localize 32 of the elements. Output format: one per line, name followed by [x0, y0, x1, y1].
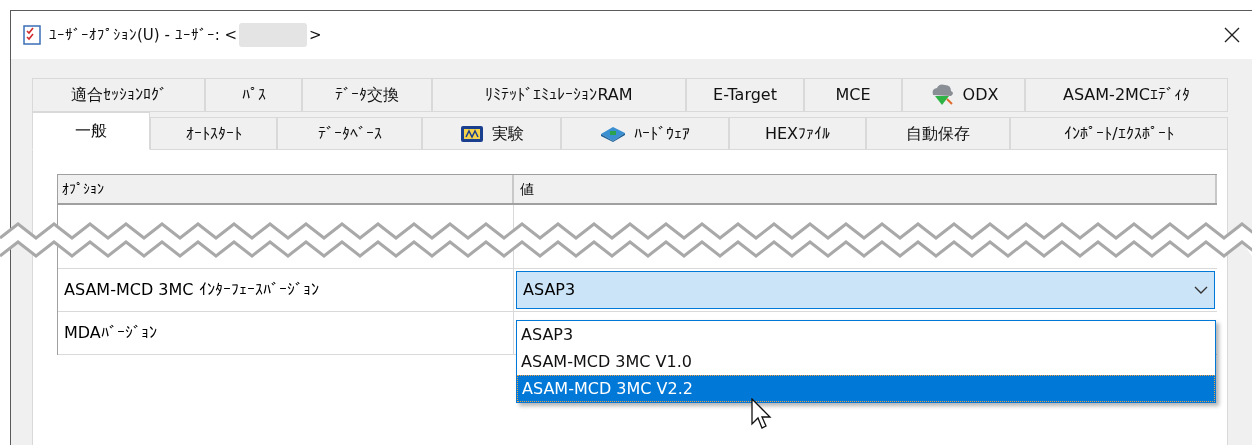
- table-cell: ASAM-MCD 3MC ｲﾝﾀｰﾌｪｰｽﾊﾞｰｼﾞｮﾝ: [58, 269, 514, 311]
- tab[interactable]: ﾘﾐﾃｯﾄﾞｴﾐｭﾚｰｼｮﾝRAM: [432, 78, 686, 112]
- dropdown-option[interactable]: ASAM-MCD 3MC V2.2: [517, 375, 1215, 402]
- tab[interactable]: E-Target: [686, 78, 804, 112]
- window-title: >: [309, 24, 322, 46]
- tab[interactable]: ODX: [902, 78, 1025, 112]
- monitor-icon: [459, 124, 484, 143]
- column-header[interactable]: 値: [514, 175, 1217, 203]
- tab[interactable]: ﾊﾟｽ: [205, 78, 302, 112]
- tab[interactable]: ｲﾝﾎﾟｰﾄ/ｴｸｽﾎﾟｰﾄ: [1010, 117, 1228, 150]
- tab[interactable]: ｵｰﾄｽﾀｰﾄ: [150, 117, 277, 150]
- tab[interactable]: ﾃﾞｰﾀ交換: [302, 78, 432, 112]
- dropdown-option[interactable]: ASAM-MCD 3MC V1.0: [517, 348, 1215, 375]
- tab[interactable]: 実験: [422, 117, 561, 150]
- tab[interactable]: 適合ｾｯｼｮﾝﾛｸﾞ: [32, 78, 205, 112]
- dropdown-option[interactable]: ASAP3: [517, 321, 1215, 348]
- checklist-icon: [23, 25, 41, 45]
- tab[interactable]: 自動保存: [866, 117, 1010, 150]
- tab[interactable]: ﾊｰﾄﾞｳｪｱ: [561, 117, 729, 150]
- tab[interactable]: HEXﾌｧｲﾙ: [729, 117, 866, 150]
- close-icon[interactable]: [1223, 26, 1241, 44]
- circuit-board-icon: [600, 125, 626, 142]
- tab[interactable]: ﾃﾞｰﾀﾍﾞｰｽ: [277, 117, 422, 150]
- tab[interactable]: 一般: [32, 112, 150, 150]
- blurred-username: [239, 23, 308, 47]
- tab[interactable]: MCE: [804, 78, 902, 112]
- tab[interactable]: ASAM-2MCｴﾃﾞｨﾀ: [1025, 78, 1228, 112]
- window-title: ﾕｰｻﾞｰｵﾌﾟｼｮﾝ(U) - ﾕｰｻﾞｰ: <: [49, 24, 238, 46]
- chevron-down-icon: [1194, 286, 1208, 294]
- column-header[interactable]: ｵﾌﾟｼｮﾝ: [58, 175, 514, 203]
- dropdown-field[interactable]: ASAP3: [516, 271, 1215, 309]
- table-cell: MDAﾊﾞｰｼﾞｮﾝ: [58, 312, 514, 354]
